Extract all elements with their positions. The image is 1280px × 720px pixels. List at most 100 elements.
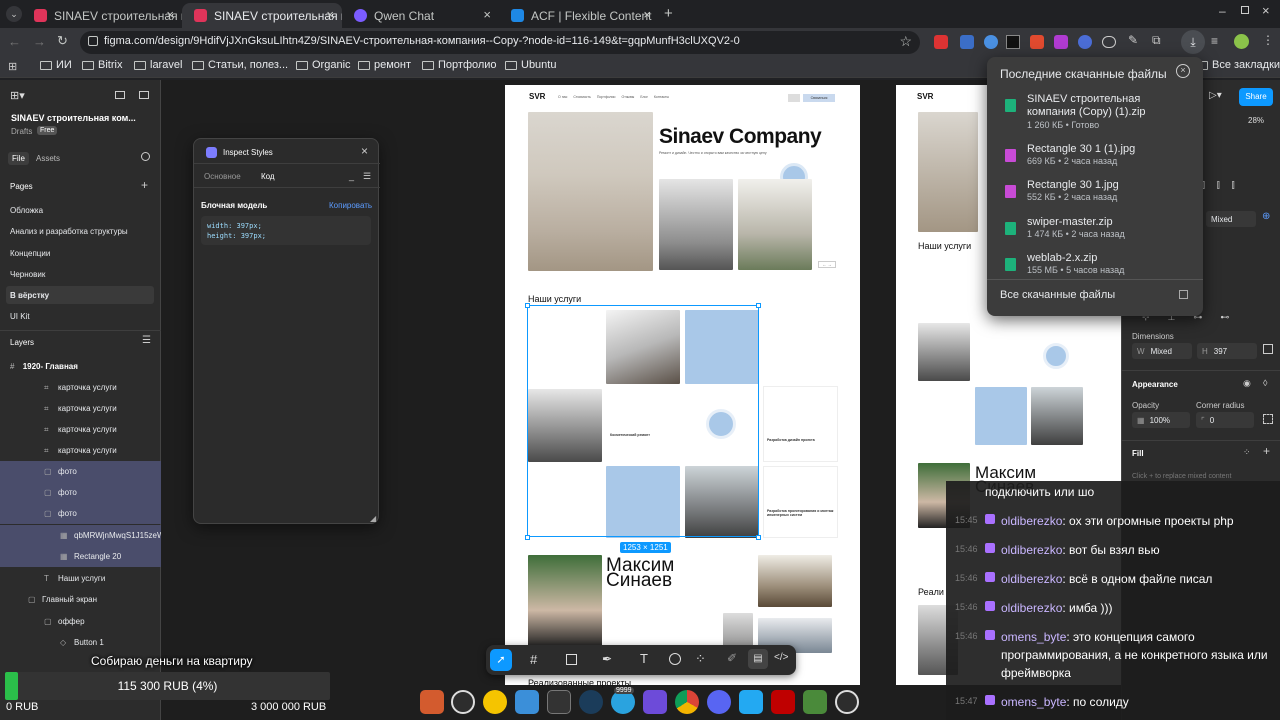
nav-link[interactable]: Контакты [654,95,669,99]
browser-tab-2[interactable]: SINAEV строительная к × [182,3,342,28]
bookmark-folder[interactable]: Bitrix [82,59,122,71]
fill-styles-icon[interactable]: ⁘ [1243,447,1251,458]
discord-app-icon[interactable] [707,690,731,714]
browser-menu-icon[interactable]: ⋮ [1262,33,1274,47]
root-frame-layer[interactable]: # 1920- Главная [10,362,78,371]
share-button[interactable]: Share [1239,88,1273,106]
menu-icon[interactable]: ☰ [363,171,371,182]
height-field[interactable]: H 397 [1197,343,1257,359]
resize-grip-icon[interactable]: ◢ [370,514,376,523]
tab-file[interactable]: File [8,152,29,165]
layout-toggle-icon[interactable] [115,91,125,99]
selection-handle[interactable] [525,303,530,308]
page-item[interactable]: Черновик [10,270,45,279]
download-item[interactable]: swiper-master.zip 1 474 КБ • 2 часа назад [987,214,1203,250]
close-tab-icon[interactable]: × [326,7,334,22]
bookmark-folder[interactable]: laravel [134,59,182,71]
constraints-icon[interactable]: ⊕ [1262,211,1270,222]
move-tool-icon[interactable]: ➚ [490,649,512,671]
nav-link[interactable]: Портфолио [597,95,616,99]
layer-item[interactable]: ▦ qbMRWjnMwqS1J15zeW [0,525,165,546]
chat-username[interactable]: oldiberezko [1001,543,1062,557]
layer-item[interactable]: ⌗ карточка услуги [0,377,161,398]
chat-username[interactable]: oldiberezko [1001,601,1062,615]
bookmark-folder[interactable]: ремонт [358,59,411,71]
selection-handle[interactable] [756,303,761,308]
forward-icon[interactable]: → [33,34,46,49]
tab-code[interactable]: Код [261,172,275,181]
file-title[interactable]: SINAEV строительная ком... [11,113,136,123]
browser-tab-1[interactable]: SINAEV строительная к × [22,3,182,28]
browser-tab-3[interactable]: Qwen Chat × [342,3,499,28]
rhythmbox-app-icon[interactable] [483,690,507,714]
terminal-app-icon[interactable] [547,690,571,714]
extension-icon[interactable] [1030,35,1044,49]
nav-link[interactable]: О нас [558,95,567,99]
search-icon[interactable] [141,152,150,161]
reload-icon[interactable]: ↻ [57,33,68,49]
text-tool-icon[interactable]: T [640,651,648,666]
vpn-app-icon[interactable] [643,690,667,714]
resize-icon[interactable] [1263,344,1273,354]
mockup-page-frame[interactable]: SVR О нас Стоимость Портфолио Отзывы Бло… [505,85,860,688]
layer-item[interactable]: T Наши услуги [0,568,161,589]
address-bar[interactable]: figma.com/design/9HdifVjJXnGksuLIhtn4Z9/… [80,31,920,54]
layer-item[interactable]: ▢ фото [0,503,161,524]
new-tab-icon[interactable]: + [664,5,673,22]
bookmark-folder[interactable]: Статьи, полез... [192,59,288,71]
nav-link[interactable]: Отзывы [622,95,635,99]
back-icon[interactable]: ← [8,34,21,49]
close-tab-icon[interactable]: × [483,7,491,22]
play-prototype-icon[interactable]: ▷▾ [1209,90,1222,101]
rectangle-tool-icon[interactable] [566,654,577,665]
extension-icon[interactable] [1078,35,1092,49]
add-page-icon[interactable]: + [141,178,148,192]
page-item[interactable]: Анализ и разработка структуры [10,227,128,236]
vscode-app-icon[interactable] [739,690,763,714]
files-app-icon[interactable] [420,690,444,714]
align-icon[interactable]: ⫿ [1217,180,1220,191]
all-downloads-link[interactable]: Все скачанные файлы [1000,289,1115,301]
bookmark-folder[interactable]: ИИ [40,59,72,71]
bookmark-folder[interactable]: Портфолио [422,59,497,71]
pen-tool-icon[interactable]: ✒ [602,652,612,666]
download-item[interactable]: weblab-2.x.zip 155 МБ • 5 часов назад [987,250,1203,286]
chrome-app-icon[interactable] [675,690,699,714]
selection-handle[interactable] [525,535,530,540]
layers-options-icon[interactable]: ☰ [142,335,151,346]
open-external-icon[interactable] [1179,290,1188,299]
download-item[interactable]: Rectangle 30 1.jpg 552 КБ • 2 часа назад [987,177,1203,213]
apps-grid-icon[interactable]: ⊞ [8,60,17,73]
page-item[interactable]: UI Kit [10,312,30,321]
extension-icon[interactable] [1006,35,1020,49]
trash-app-icon[interactable] [803,690,827,714]
mixed-field[interactable]: Mixed [1206,211,1256,227]
layer-item[interactable]: ⌗ карточка услуги [0,419,161,440]
page-item[interactable]: В вёрстку [10,291,49,300]
extension-icon[interactable] [1102,36,1116,48]
downloads-button-icon[interactable]: ⤓ [1181,30,1205,54]
frame-tool-icon[interactable]: # [530,652,537,667]
chat-username[interactable]: omens_byte [1001,695,1066,709]
selection-box[interactable] [527,305,759,537]
comment-tool-icon[interactable] [669,653,681,665]
bookmark-folder[interactable]: Organic [296,59,351,71]
chat-username[interactable]: oldiberezko [1001,572,1062,586]
bookmark-star-icon[interactable]: ☆ [899,33,912,50]
browser-tab-4[interactable]: ACF | Flexible Content × [499,3,659,28]
layer-item[interactable]: ▢ фото [0,461,161,482]
layer-item[interactable]: ▢ Главный экран [0,589,161,610]
all-bookmarks[interactable]: Все закладки [1196,59,1280,71]
extension-icon[interactable] [984,35,998,49]
media-icon[interactable]: ≡ [1211,34,1218,48]
slider-arrows[interactable]: ← → [818,261,836,268]
layer-item[interactable]: ▢ оффер [0,611,161,632]
layer-item[interactable]: ⌗ карточка услуги [0,440,161,461]
obs-app-icon[interactable] [451,690,475,714]
minimize-icon[interactable]: _ [349,171,354,181]
layout-icon[interactable]: ⊷ [1220,312,1229,323]
independent-corners-icon[interactable] [1263,414,1273,424]
close-icon[interactable]: × [1176,64,1190,78]
maximize-window-icon[interactable] [1241,6,1249,14]
close-icon[interactable]: × [361,144,368,158]
